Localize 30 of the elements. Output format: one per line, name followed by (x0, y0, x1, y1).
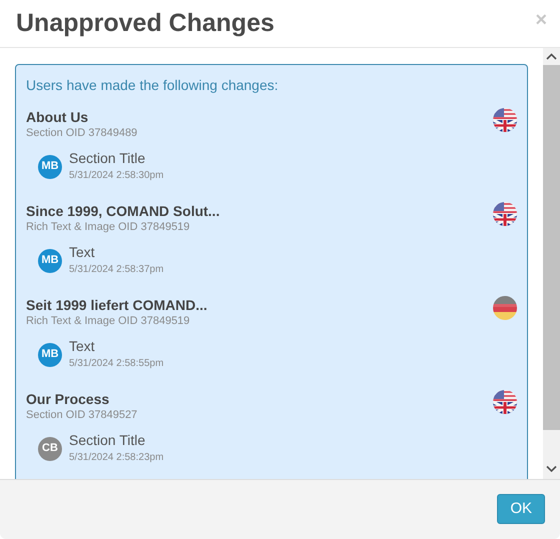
changed-field: Section Title (69, 150, 146, 167)
flag-icon (493, 108, 517, 132)
ok-button[interactable]: OK (497, 494, 545, 524)
section-title: Seit 1999 liefert COMAND... (26, 296, 208, 314)
section-title: Our Process (26, 390, 110, 408)
dialog-title: Unapproved Changes (16, 11, 274, 36)
section-oid: Section OID 37849527 (26, 408, 138, 422)
change-time: 5/31/2024 2:58:37pm (69, 263, 164, 277)
user-avatar: MB (38, 154, 62, 178)
change-time: 5/31/2024 2:58:23pm (69, 451, 164, 465)
flag-icon (493, 390, 517, 414)
flag-icon (493, 296, 517, 320)
section-oid: Rich Text & Image OID 37849519 (26, 220, 190, 234)
user-avatar: MB (38, 248, 62, 272)
change-time: 5/31/2024 2:58:30pm (69, 169, 164, 183)
changed-field: Text (69, 244, 95, 261)
user-avatar: MB (38, 342, 62, 366)
changed-field: Section Title (69, 432, 146, 449)
user-avatar: CB (38, 436, 62, 460)
change-time: 5/31/2024 2:58:55pm (69, 357, 164, 371)
scrollbar-thumb[interactable] (543, 65, 560, 430)
scrollbar[interactable] (543, 48, 560, 479)
section-oid: Rich Text & Image OID 37849519 (26, 314, 190, 328)
section-title: Since 1999, COMAND Solut... (26, 202, 220, 220)
intro-text: Users have made the following changes: (26, 76, 278, 94)
section-title: About Us (26, 108, 88, 126)
flag-icon (493, 202, 517, 226)
section-oid: Section OID 37849489 (26, 126, 138, 140)
changed-field: Text (69, 338, 95, 355)
close-button[interactable]: × (535, 10, 547, 30)
